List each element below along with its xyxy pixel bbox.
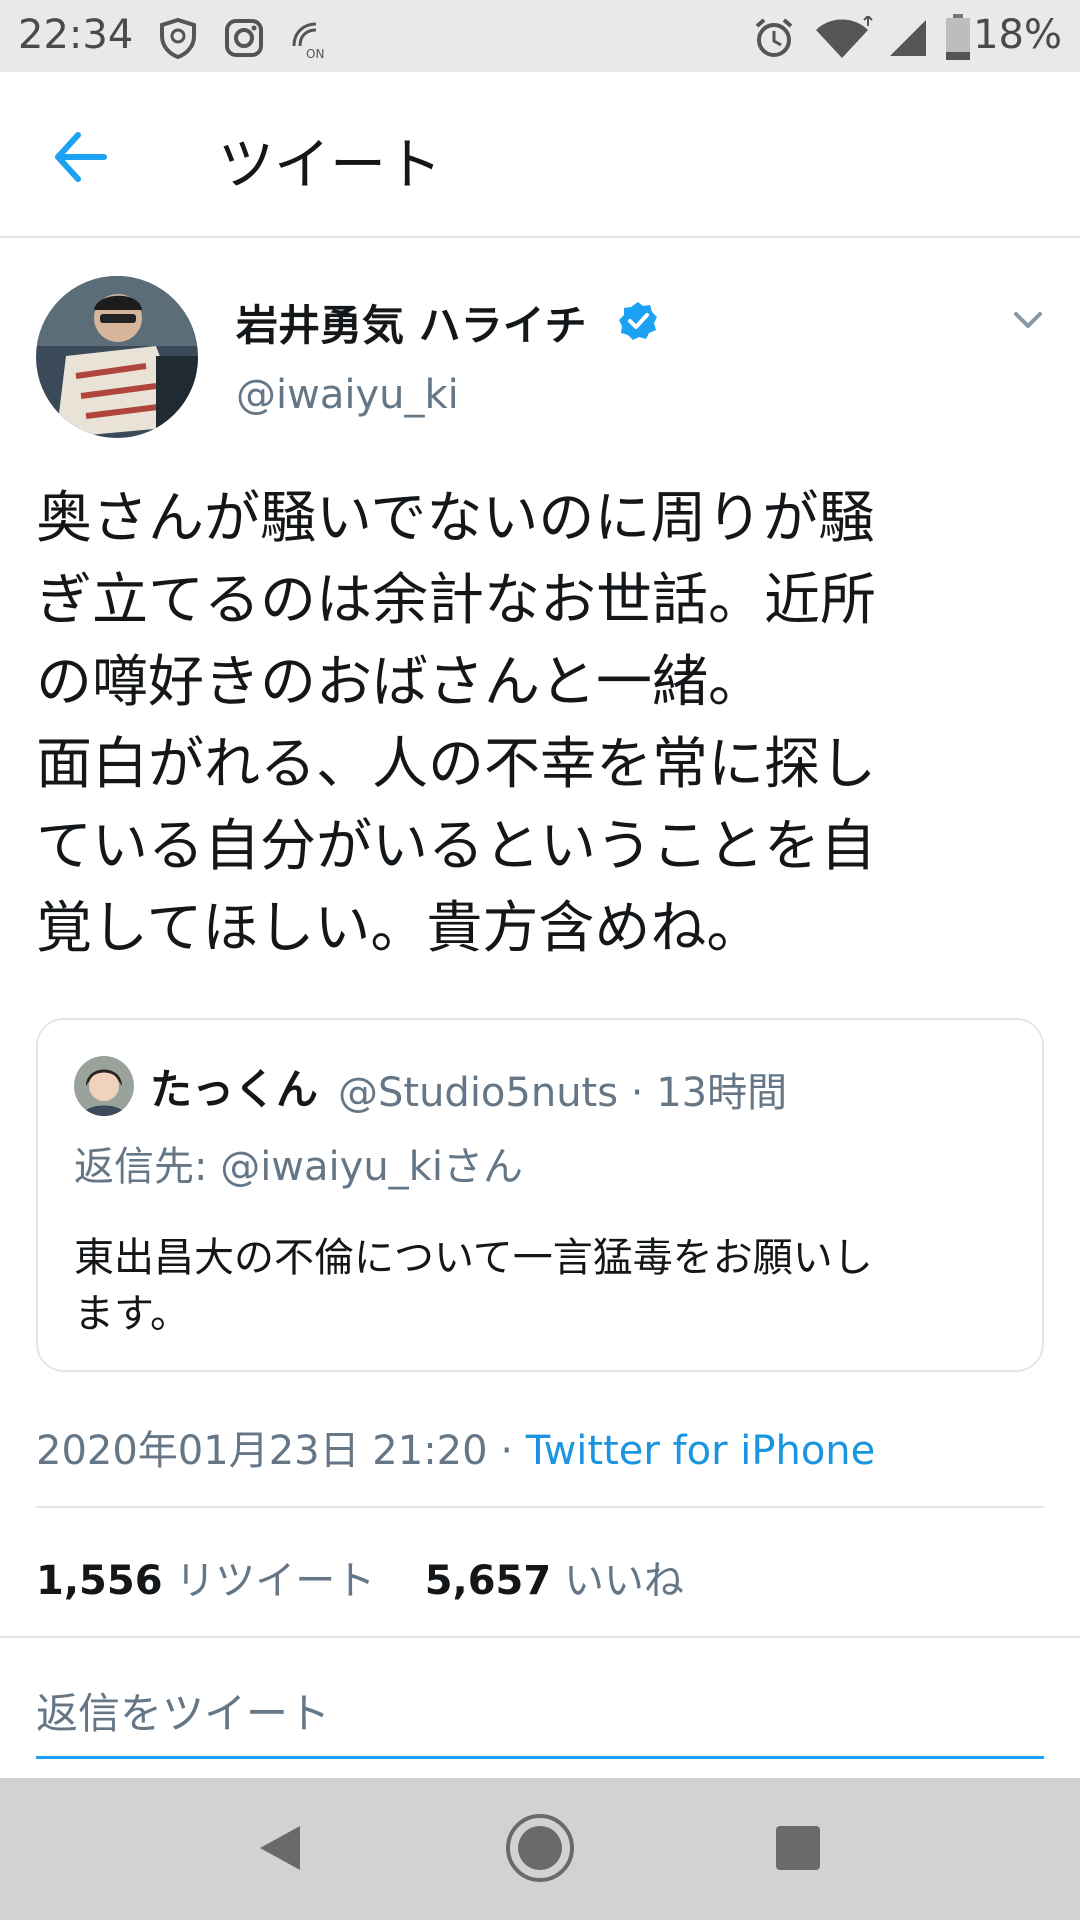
reply-input-underline (36, 1756, 1044, 1759)
quoted-tweet-card[interactable]: たっくん @Studio5nuts · 13時間 返信先: @iwaiyu_ki… (36, 1018, 1044, 1372)
quoted-tweet-text: 東出昌大の不倫について一言猛毒をお願いし ます。 (74, 1230, 1004, 1342)
author-avatar[interactable] (36, 276, 198, 438)
shield-icon (160, 17, 196, 60)
tweet-text: 奥さんが騒いでないのに周りが騒 ぎ立てるのは余計なお世話。近所 の噂好きのおばさ… (36, 478, 1046, 970)
reply-placeholder: 返信をツイート (36, 1689, 331, 1738)
signal-icon (890, 20, 926, 56)
svg-text:ON: ON (306, 47, 324, 60)
tweet-text-line: ぎ立てるのは余計なお世話。近所 (36, 568, 876, 633)
retweets-stat[interactable]: 1,556 リツイート (36, 1558, 388, 1604)
quoted-reply-to: 返信先: @iwaiyu_kiさん (74, 1144, 523, 1190)
likes-label: いいね (563, 1558, 684, 1604)
tweet-text-line: 面白がれる、人の不幸を常に探し (36, 732, 876, 797)
chevron-down-icon[interactable] (1010, 302, 1046, 338)
system-navigation-bar (0, 1778, 1080, 1920)
tweet-timestamp: 2020年01月23日 21:20 (36, 1428, 488, 1474)
quoted-author-name: たっくん (150, 1065, 319, 1114)
quoted-text-line: ます。 (74, 1291, 190, 1337)
tweet-text-line: の噂好きのおばさんと一緒。 (36, 650, 764, 715)
quoted-avatar-image (74, 1056, 134, 1116)
reply-input[interactable]: 返信をツイート (36, 1680, 1044, 1760)
author-handle[interactable]: @iwaiyu_ki (236, 372, 459, 418)
battery-icon (946, 14, 970, 60)
alarm-icon (755, 18, 793, 57)
tweet-text-line: ている自分がいるということを自 (36, 814, 876, 879)
nfc-icon: ON (292, 22, 324, 60)
page-title: ツイート (218, 133, 442, 198)
battery-percentage: 18% (973, 12, 1062, 58)
top-app-bar: ツイート (0, 72, 1080, 238)
tweet-stats: 1,556 リツイート 5,657 いいね (36, 1548, 684, 1606)
tweet-meta: 2020年01月23日 21:20 · Twitter for iPhone (36, 1418, 875, 1476)
divider (0, 1636, 1080, 1638)
retweets-count: 1,556 (36, 1558, 163, 1604)
likes-count: 5,657 (424, 1558, 552, 1604)
divider (36, 1506, 1044, 1508)
wifi-icon (816, 16, 873, 58)
tweet-text-line: 奥さんが騒いでないのに周りが騒 (36, 486, 875, 551)
instagram-icon (225, 19, 263, 57)
status-bar: 22:34 ON 18% (0, 0, 1080, 72)
quoted-author-handle-time: @Studio5nuts · 13時間 (338, 1070, 788, 1116)
author-name[interactable]: 岩井勇気 ハライチ (236, 292, 587, 353)
retweets-label: リツイート (175, 1558, 376, 1604)
tweet-text-line: 覚してほしい。貴方含めね。 (36, 896, 763, 961)
back-arrow-icon (55, 132, 107, 182)
nav-home-icon[interactable] (500, 1808, 580, 1888)
status-time: 22:34 (18, 12, 134, 58)
tweet-source-link[interactable]: Twitter for iPhone (526, 1428, 876, 1474)
nav-recents-icon[interactable] (758, 1808, 838, 1888)
nav-back-icon[interactable] (240, 1808, 320, 1888)
quoted-text-line: 東出昌大の不倫について一言猛毒をお願いし (74, 1235, 873, 1281)
back-button[interactable] (48, 127, 120, 187)
author-avatar-image (36, 276, 198, 438)
likes-stat[interactable]: 5,657 いいね (425, 1558, 684, 1604)
verified-badge-icon (619, 302, 657, 340)
meta-separator: · (500, 1428, 514, 1474)
quoted-author-avatar (74, 1056, 134, 1116)
